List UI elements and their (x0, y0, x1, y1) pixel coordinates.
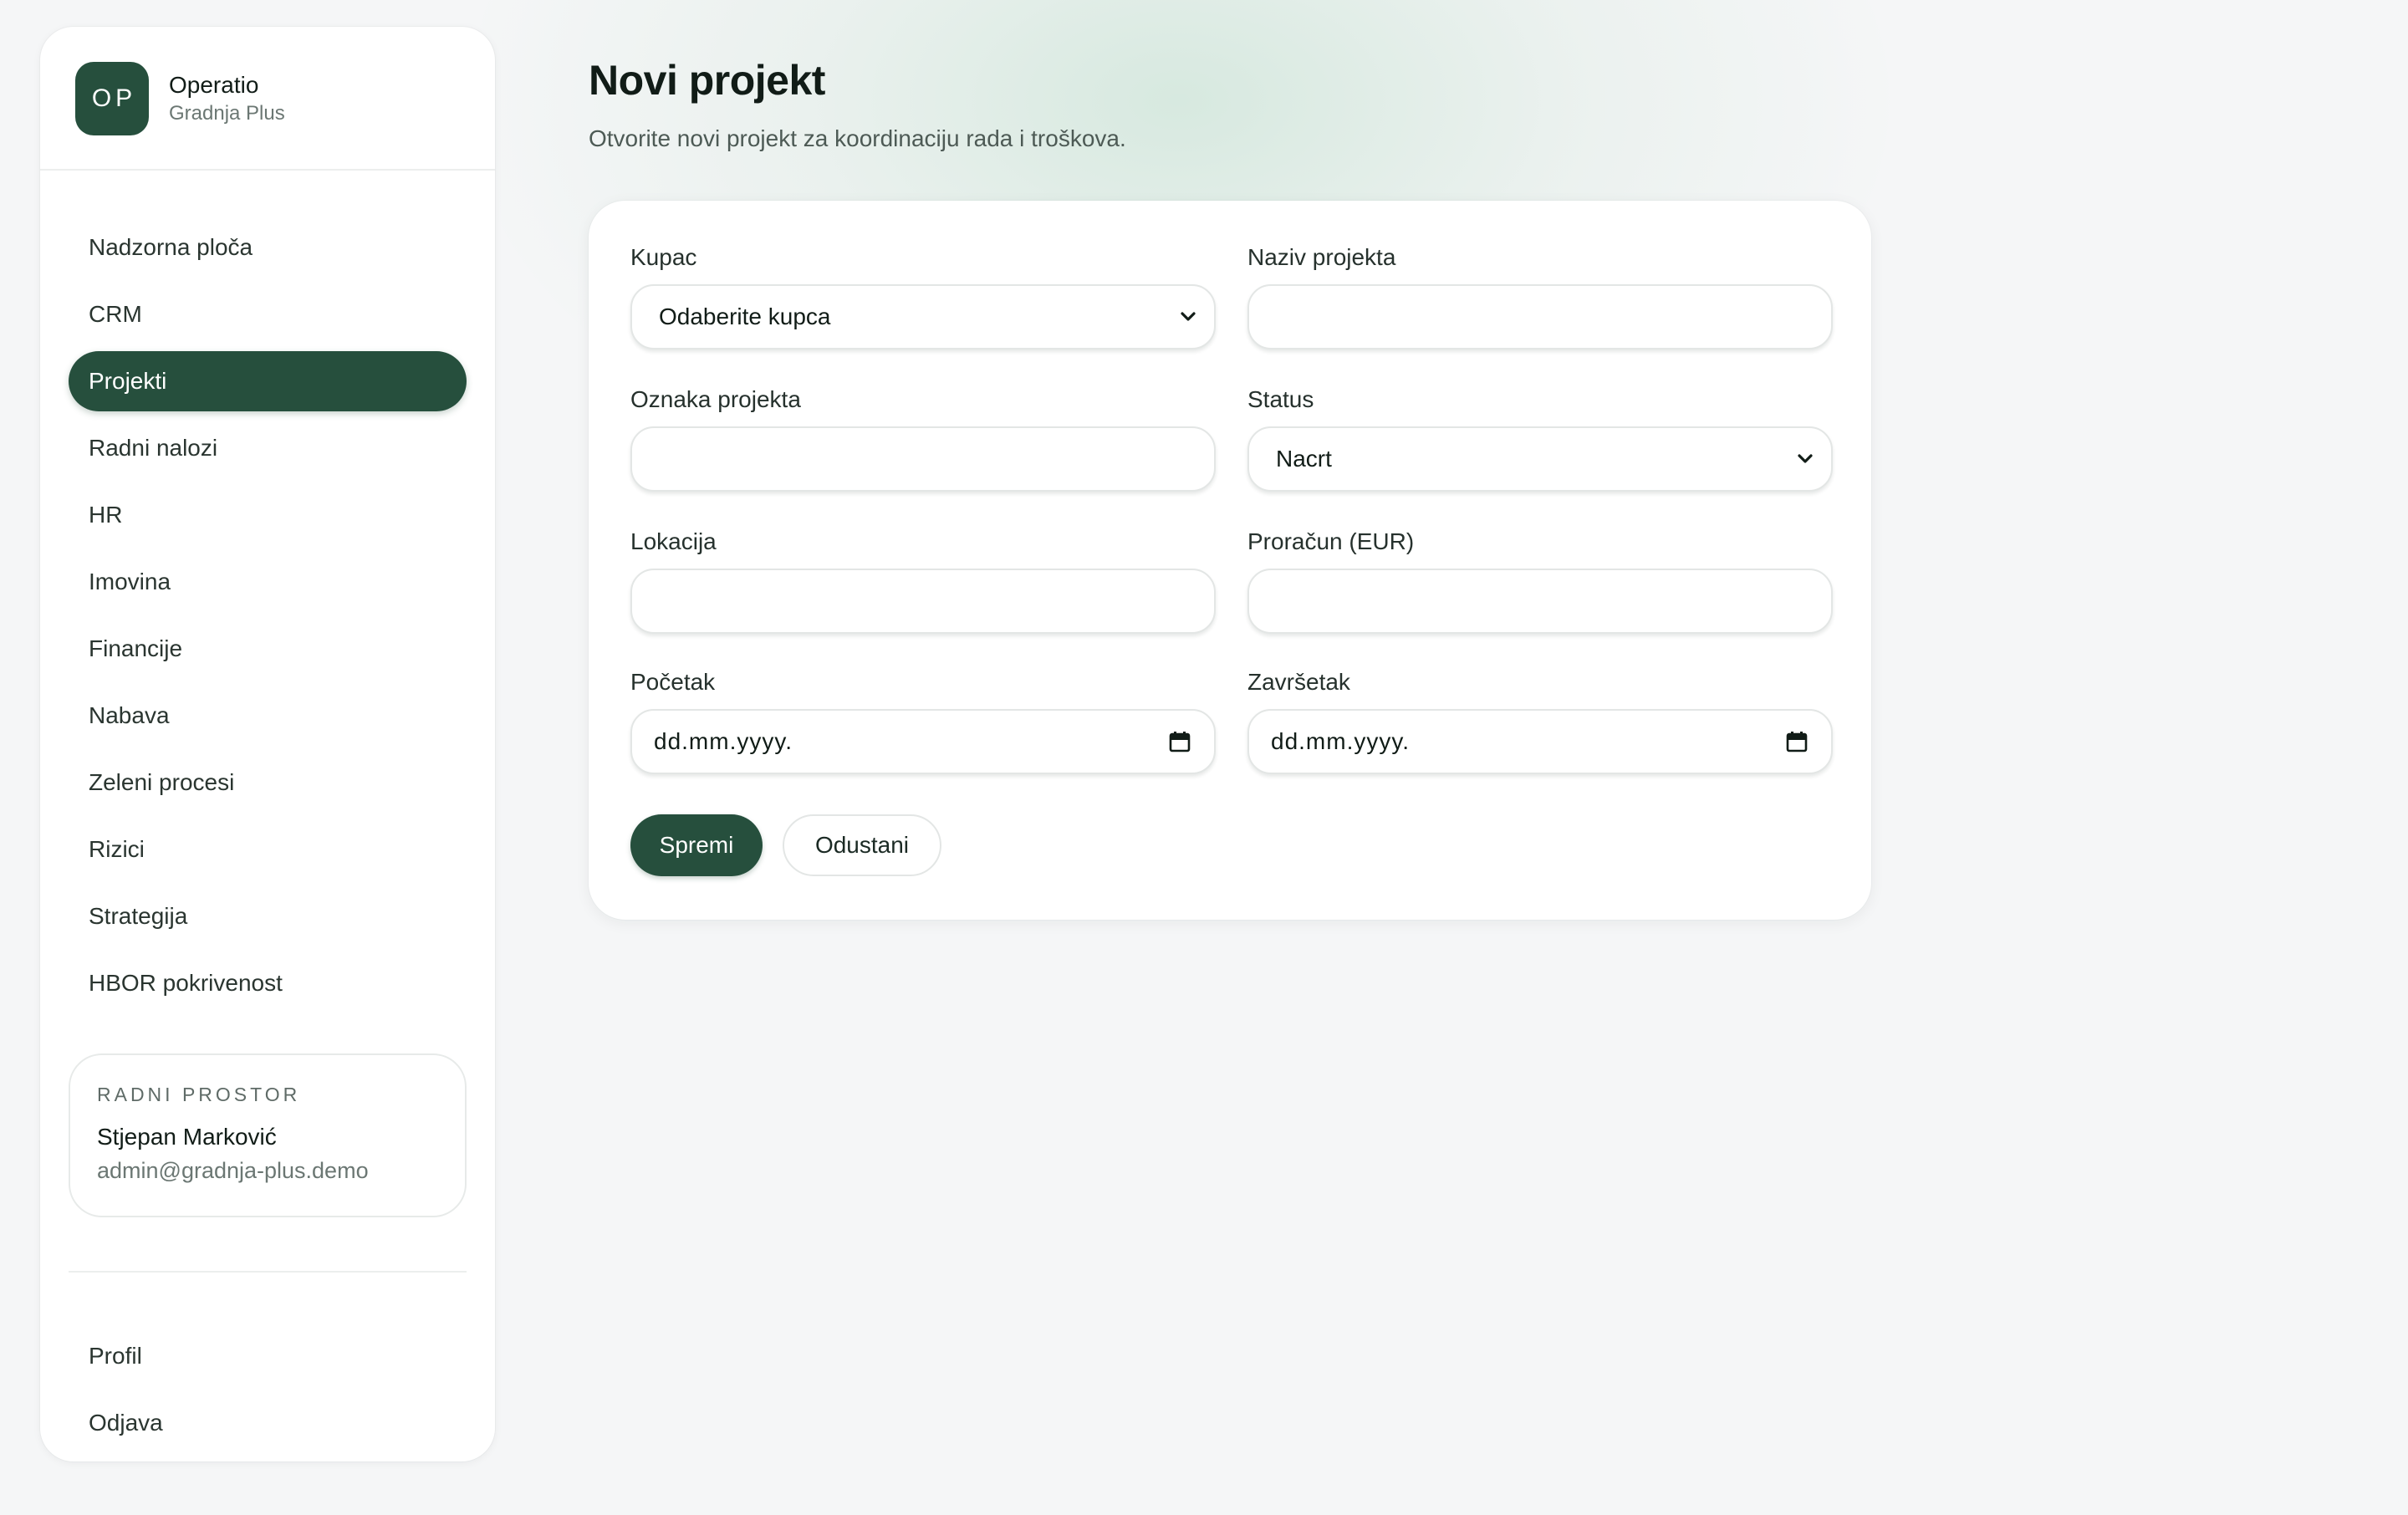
sidebar-item-hr[interactable]: HR (69, 485, 467, 545)
sidebar-item-radni-nalozi[interactable]: Radni nalozi (69, 418, 467, 478)
page-title: Novi projekt (589, 57, 825, 104)
sidebar-item-strategija[interactable]: Strategija (69, 886, 467, 946)
save-button[interactable]: Spremi (630, 814, 763, 876)
start-date-value: dd.mm.yyyy. (654, 728, 793, 754)
sidebar-item-projekti[interactable]: Projekti (69, 351, 467, 411)
location-field: Lokacija (630, 527, 1216, 634)
project-name-label: Naziv projekta (1247, 244, 1396, 270)
sidebar-nav: Nadzorna ploča CRM Projekti Radni nalozi… (69, 217, 467, 1020)
end-date-value: dd.mm.yyyy. (1271, 728, 1411, 754)
sidebar-item-crm[interactable]: CRM (69, 284, 467, 344)
brand-company: Gradnja Plus (169, 102, 285, 125)
calendar-icon[interactable] (1784, 729, 1809, 754)
project-name-field: Naziv projekta (1247, 242, 1833, 349)
workspace-label: RADNI PROSTOR (97, 1084, 301, 1105)
sidebar-bottom-nav: Profil Odjava (69, 1326, 467, 1460)
chevron-down-icon (1179, 308, 1197, 326)
workspace-user-email: admin@gradnja-plus.demo (97, 1158, 369, 1183)
end-date-label: Završetak (1247, 669, 1350, 695)
project-name-input[interactable] (1247, 284, 1833, 349)
end-date-field: Završetak dd.mm.yyyy. (1247, 667, 1833, 774)
sidebar-item-nadzorna-ploca[interactable]: Nadzorna ploča (69, 217, 467, 278)
workspace-user-name: Stjepan Marković (97, 1124, 277, 1150)
status-field: Status Nacrt (1247, 385, 1833, 492)
sidebar: OP Operatio Gradnja Plus Nadzorna ploča … (40, 27, 495, 1461)
sidebar-item-profil[interactable]: Profil (69, 1326, 467, 1386)
sidebar-item-rizici[interactable]: Rizici (69, 819, 467, 880)
page-subtitle: Otvorite novi projekt za koordinaciju ra… (589, 125, 1126, 151)
start-date-input[interactable]: dd.mm.yyyy. (630, 709, 1216, 774)
budget-input[interactable] (1247, 569, 1833, 634)
sidebar-item-zeleni-procesi[interactable]: Zeleni procesi (69, 752, 467, 813)
divider (40, 169, 495, 171)
status-select[interactable]: Nacrt (1247, 426, 1833, 492)
sidebar-item-odjava[interactable]: Odjava (69, 1393, 467, 1453)
customer-select-value: Odaberite kupca (659, 304, 831, 329)
sidebar-item-financije[interactable]: Financije (69, 619, 467, 679)
calendar-icon[interactable] (1167, 729, 1192, 754)
sidebar-item-hbor-pokrivenost[interactable]: HBOR pokrivenost (69, 953, 467, 1013)
budget-field: Proračun (EUR) (1247, 527, 1833, 634)
divider (69, 1271, 467, 1273)
project-code-input[interactable] (630, 426, 1216, 492)
workspace-card: RADNI PROSTOR Stjepan Marković admin@gra… (69, 1053, 467, 1217)
brand-text: Operatio Gradnja Plus (169, 70, 285, 127)
brand-name: Operatio (169, 72, 259, 98)
start-date-field: Početak dd.mm.yyyy. (630, 667, 1216, 774)
status-select-value: Nacrt (1276, 446, 1332, 472)
sidebar-item-nabava[interactable]: Nabava (69, 686, 467, 746)
budget-label: Proračun (EUR) (1247, 528, 1415, 554)
location-input[interactable] (630, 569, 1216, 634)
location-label: Lokacija (630, 528, 717, 554)
sidebar-item-imovina[interactable]: Imovina (69, 552, 467, 612)
start-date-label: Početak (630, 669, 716, 695)
brand-logo: OP (75, 62, 149, 135)
cancel-button[interactable]: Odustani (783, 814, 941, 876)
project-form-card: Kupac Odaberite kupca Naziv projekta Ozn… (589, 201, 1871, 920)
chevron-down-icon (1796, 450, 1814, 468)
project-code-field: Oznaka projekta (630, 385, 1216, 492)
brand[interactable]: OP Operatio Gradnja Plus (75, 62, 285, 135)
status-label: Status (1247, 386, 1314, 412)
end-date-input[interactable]: dd.mm.yyyy. (1247, 709, 1833, 774)
customer-field: Kupac Odaberite kupca (630, 242, 1216, 349)
form-actions: Spremi Odustani (630, 814, 941, 876)
customer-label: Kupac (630, 244, 697, 270)
project-code-label: Oznaka projekta (630, 386, 801, 412)
customer-select[interactable]: Odaberite kupca (630, 284, 1216, 349)
